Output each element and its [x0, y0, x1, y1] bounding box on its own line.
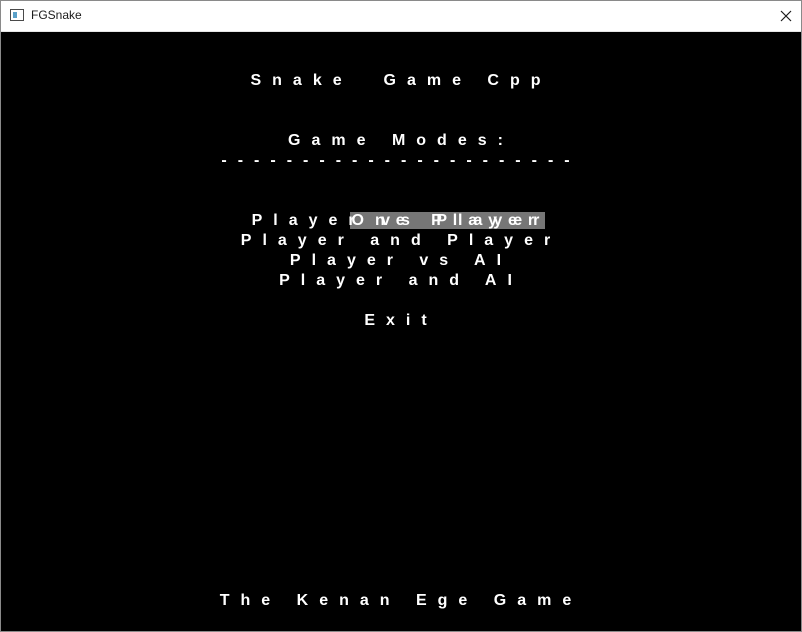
footer-credit: The Kenan Ege Game	[219, 592, 583, 609]
console-area: Snake Game Cpp Game Modes: -------------…	[1, 32, 801, 631]
close-button[interactable]	[771, 1, 801, 31]
menu-item-player-vs-player[interactable]: Player vs Player	[1, 211, 801, 231]
close-icon	[780, 10, 792, 22]
menu-item-player-and-ai[interactable]: Player and AI	[1, 271, 801, 291]
title-bar[interactable]: FGSnake	[1, 1, 801, 32]
app-window: FGSnake Snake Game Cpp Game Modes: -----…	[0, 0, 802, 632]
game-title: Snake Game Cpp	[250, 72, 552, 89]
console-app-icon	[10, 9, 24, 21]
menu-divider: ----------------------	[221, 152, 581, 169]
menu-item-player-and-player[interactable]: Player and Player	[1, 231, 801, 251]
menu-item-exit[interactable]: Exit	[1, 311, 801, 331]
window-title: FGSnake	[31, 8, 82, 22]
menu-header: Game Modes:	[288, 132, 514, 149]
menu-item-player-vs-ai[interactable]: Player vs AI	[1, 251, 801, 271]
